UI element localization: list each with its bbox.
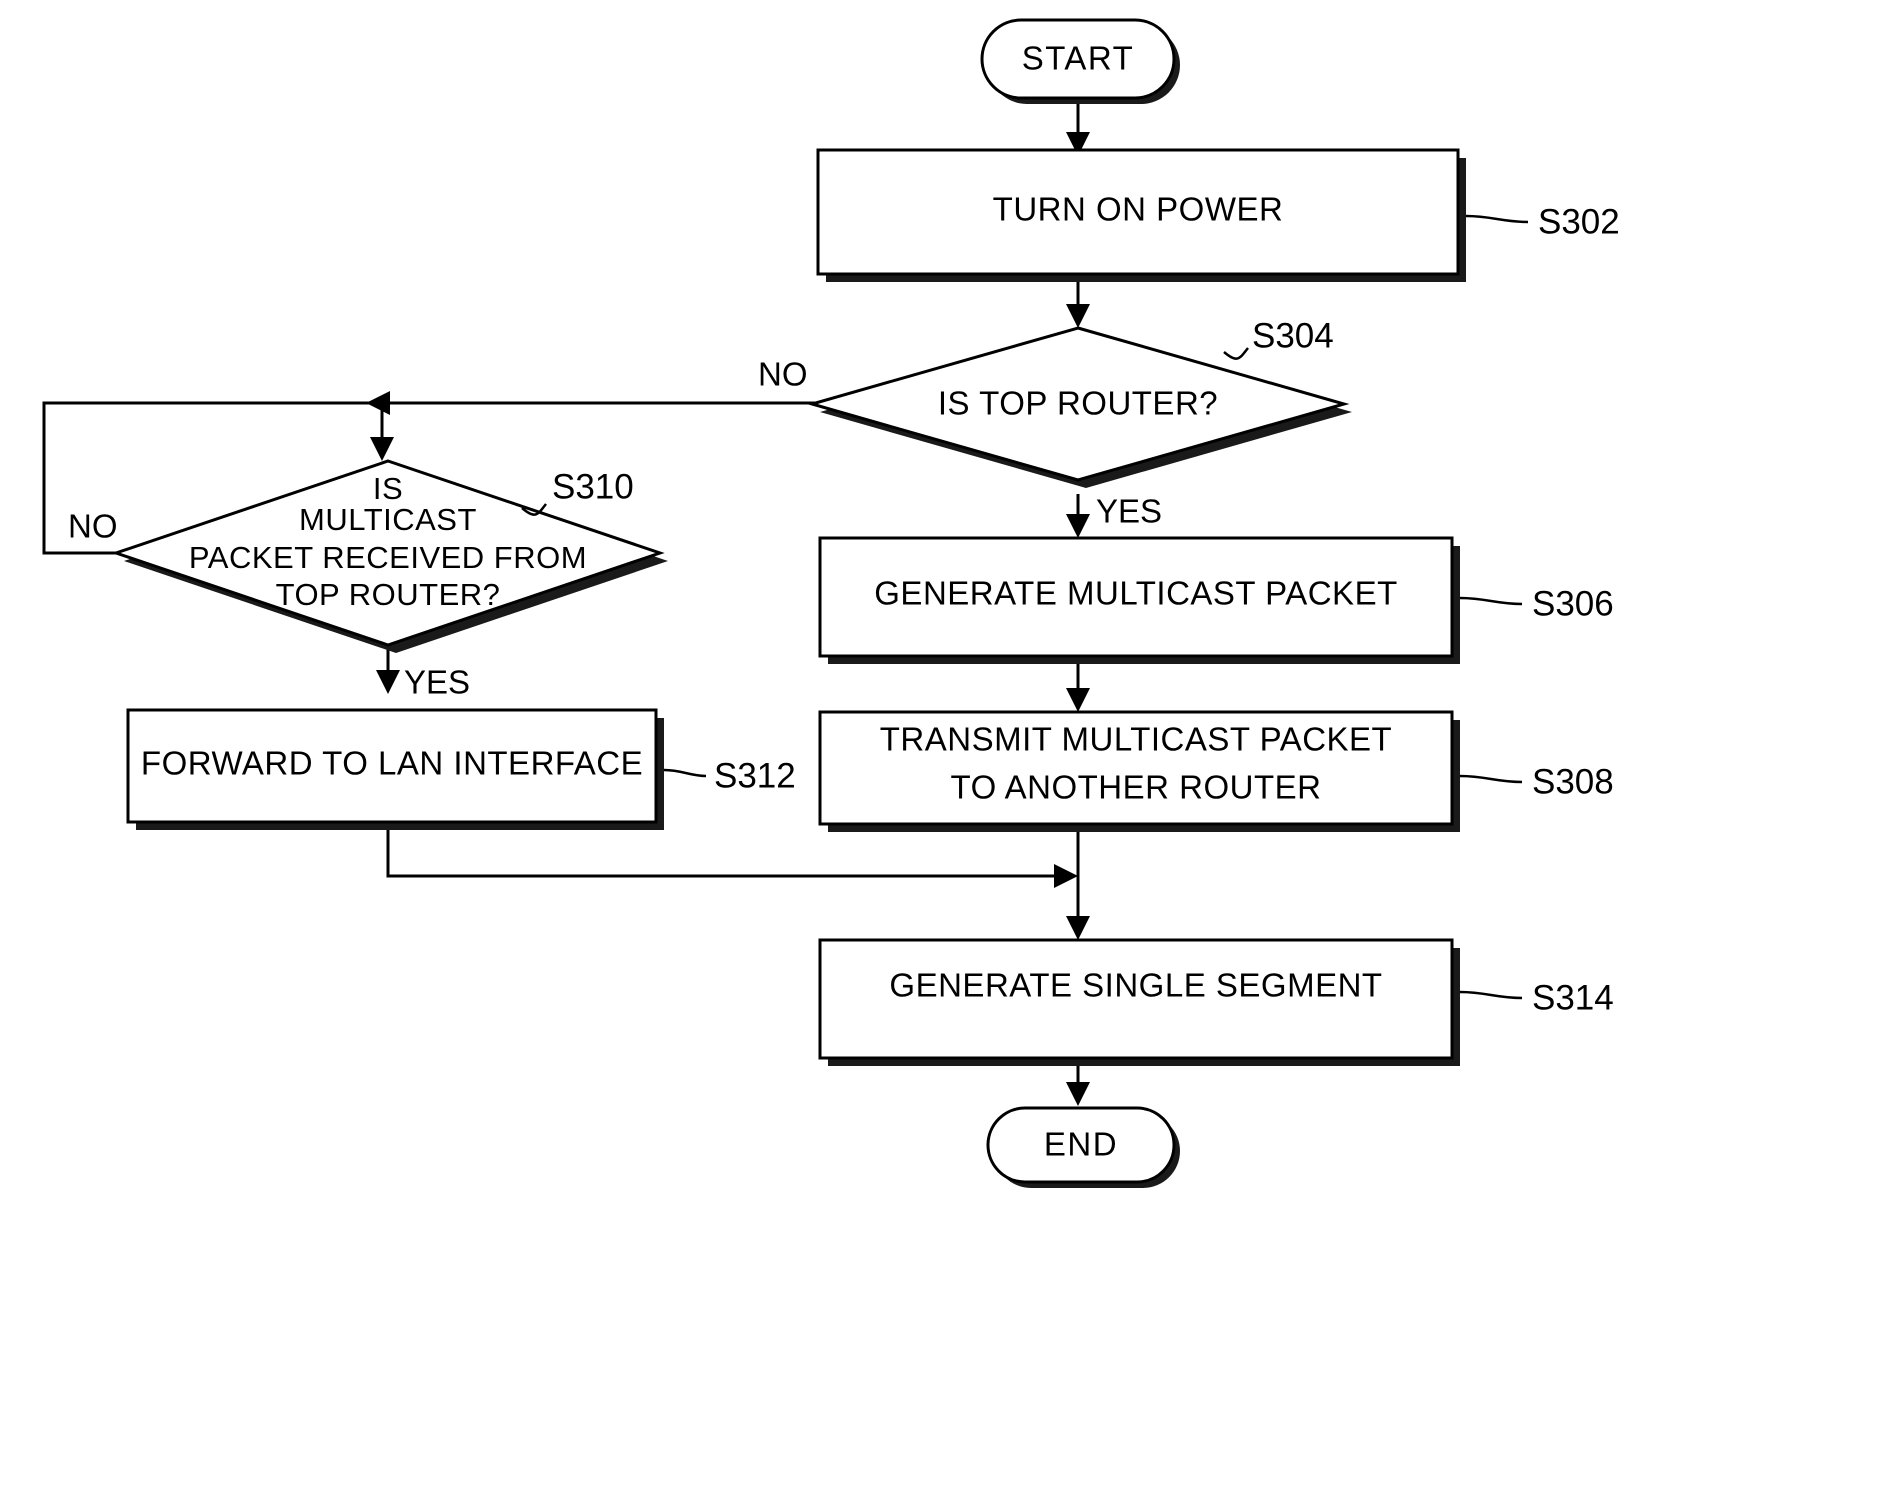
node-s314: GENERATE SINGLE SEGMENT — [818, 938, 1460, 1066]
s302-ref-leader — [1465, 214, 1529, 224]
edge-label-s310-yes: YES — [404, 664, 470, 701]
arrowhead-s304-s306 — [1066, 514, 1090, 538]
end-label: END — [1044, 1126, 1118, 1163]
arrowhead-s308-s314 — [1066, 916, 1090, 940]
s308-label-line1: TRANSMIT MULTICAST PACKET — [880, 721, 1392, 758]
s308-ref-leader — [1459, 774, 1523, 784]
s310-label-line2: MULTICAST — [299, 502, 477, 537]
arrowhead-s306-s308 — [1066, 688, 1090, 712]
s302-label: TURN ON POWER — [993, 191, 1284, 228]
s304-ref-leader — [1223, 347, 1249, 360]
flowchart-svg: START TURN ON POWER S302 IS TOP ROUTER? … — [42, 18, 1620, 1188]
edge-s312-merge — [386, 828, 1062, 878]
s310-ref: S310 — [552, 467, 634, 506]
s308-ref: S308 — [1532, 762, 1614, 801]
ref-s304-group: S304 — [1223, 316, 1334, 360]
s308-label-line2: TO ANOTHER ROUTER — [951, 769, 1322, 806]
s312-label: FORWARD TO LAN INTERFACE — [141, 745, 643, 782]
ref-s302-group: S302 — [1465, 202, 1620, 241]
flowchart-canvas: START TURN ON POWER S302 IS TOP ROUTER? … — [0, 0, 1886, 1494]
node-s312: FORWARD TO LAN INTERFACE — [126, 708, 664, 830]
s302-ref: S302 — [1538, 202, 1620, 241]
node-end: END — [986, 1106, 1180, 1188]
arrowhead-s310-s312 — [376, 670, 400, 694]
node-start: START — [980, 18, 1180, 104]
ref-s306-group: S306 — [1459, 584, 1614, 623]
s304-ref: S304 — [1252, 316, 1334, 355]
s314-label: GENERATE SINGLE SEGMENT — [889, 967, 1382, 1004]
ref-s314-group: S314 — [1459, 978, 1614, 1017]
edge-label-s304-no: NO — [758, 356, 808, 393]
node-s302: TURN ON POWER — [816, 148, 1466, 282]
s310-label-line1: IS — [373, 471, 403, 506]
s304-label: IS TOP ROUTER? — [938, 385, 1218, 422]
s310-label-line4: TOP ROUTER? — [276, 577, 501, 612]
s306-ref: S306 — [1532, 584, 1614, 623]
ref-s310-group: S310 — [521, 467, 634, 516]
s312-ref: S312 — [714, 756, 796, 795]
edge-label-s310-no: NO — [68, 508, 118, 545]
arrowhead-s302-s304 — [1066, 304, 1090, 328]
s306-ref-leader — [1459, 596, 1523, 606]
edge-label-s304-yes: YES — [1096, 493, 1162, 530]
s310-label-line3: PACKET RECEIVED FROM — [189, 540, 587, 575]
ref-s308-group: S308 — [1459, 762, 1614, 801]
s314-ref: S314 — [1532, 978, 1614, 1017]
node-s308: TRANSMIT MULTICAST PACKET TO ANOTHER ROU… — [818, 710, 1460, 832]
arrowhead-s314-end — [1066, 1082, 1090, 1106]
arrowhead-merge-junction — [1054, 864, 1078, 888]
s314-ref-leader — [1459, 990, 1523, 1000]
s306-label: GENERATE MULTICAST PACKET — [874, 575, 1397, 612]
arrowhead-no-s310 — [370, 437, 394, 461]
start-label: START — [1022, 40, 1135, 77]
node-s306: GENERATE MULTICAST PACKET — [818, 536, 1460, 664]
ref-s312-group: S312 — [663, 756, 796, 795]
s312-ref-leader — [663, 768, 707, 778]
